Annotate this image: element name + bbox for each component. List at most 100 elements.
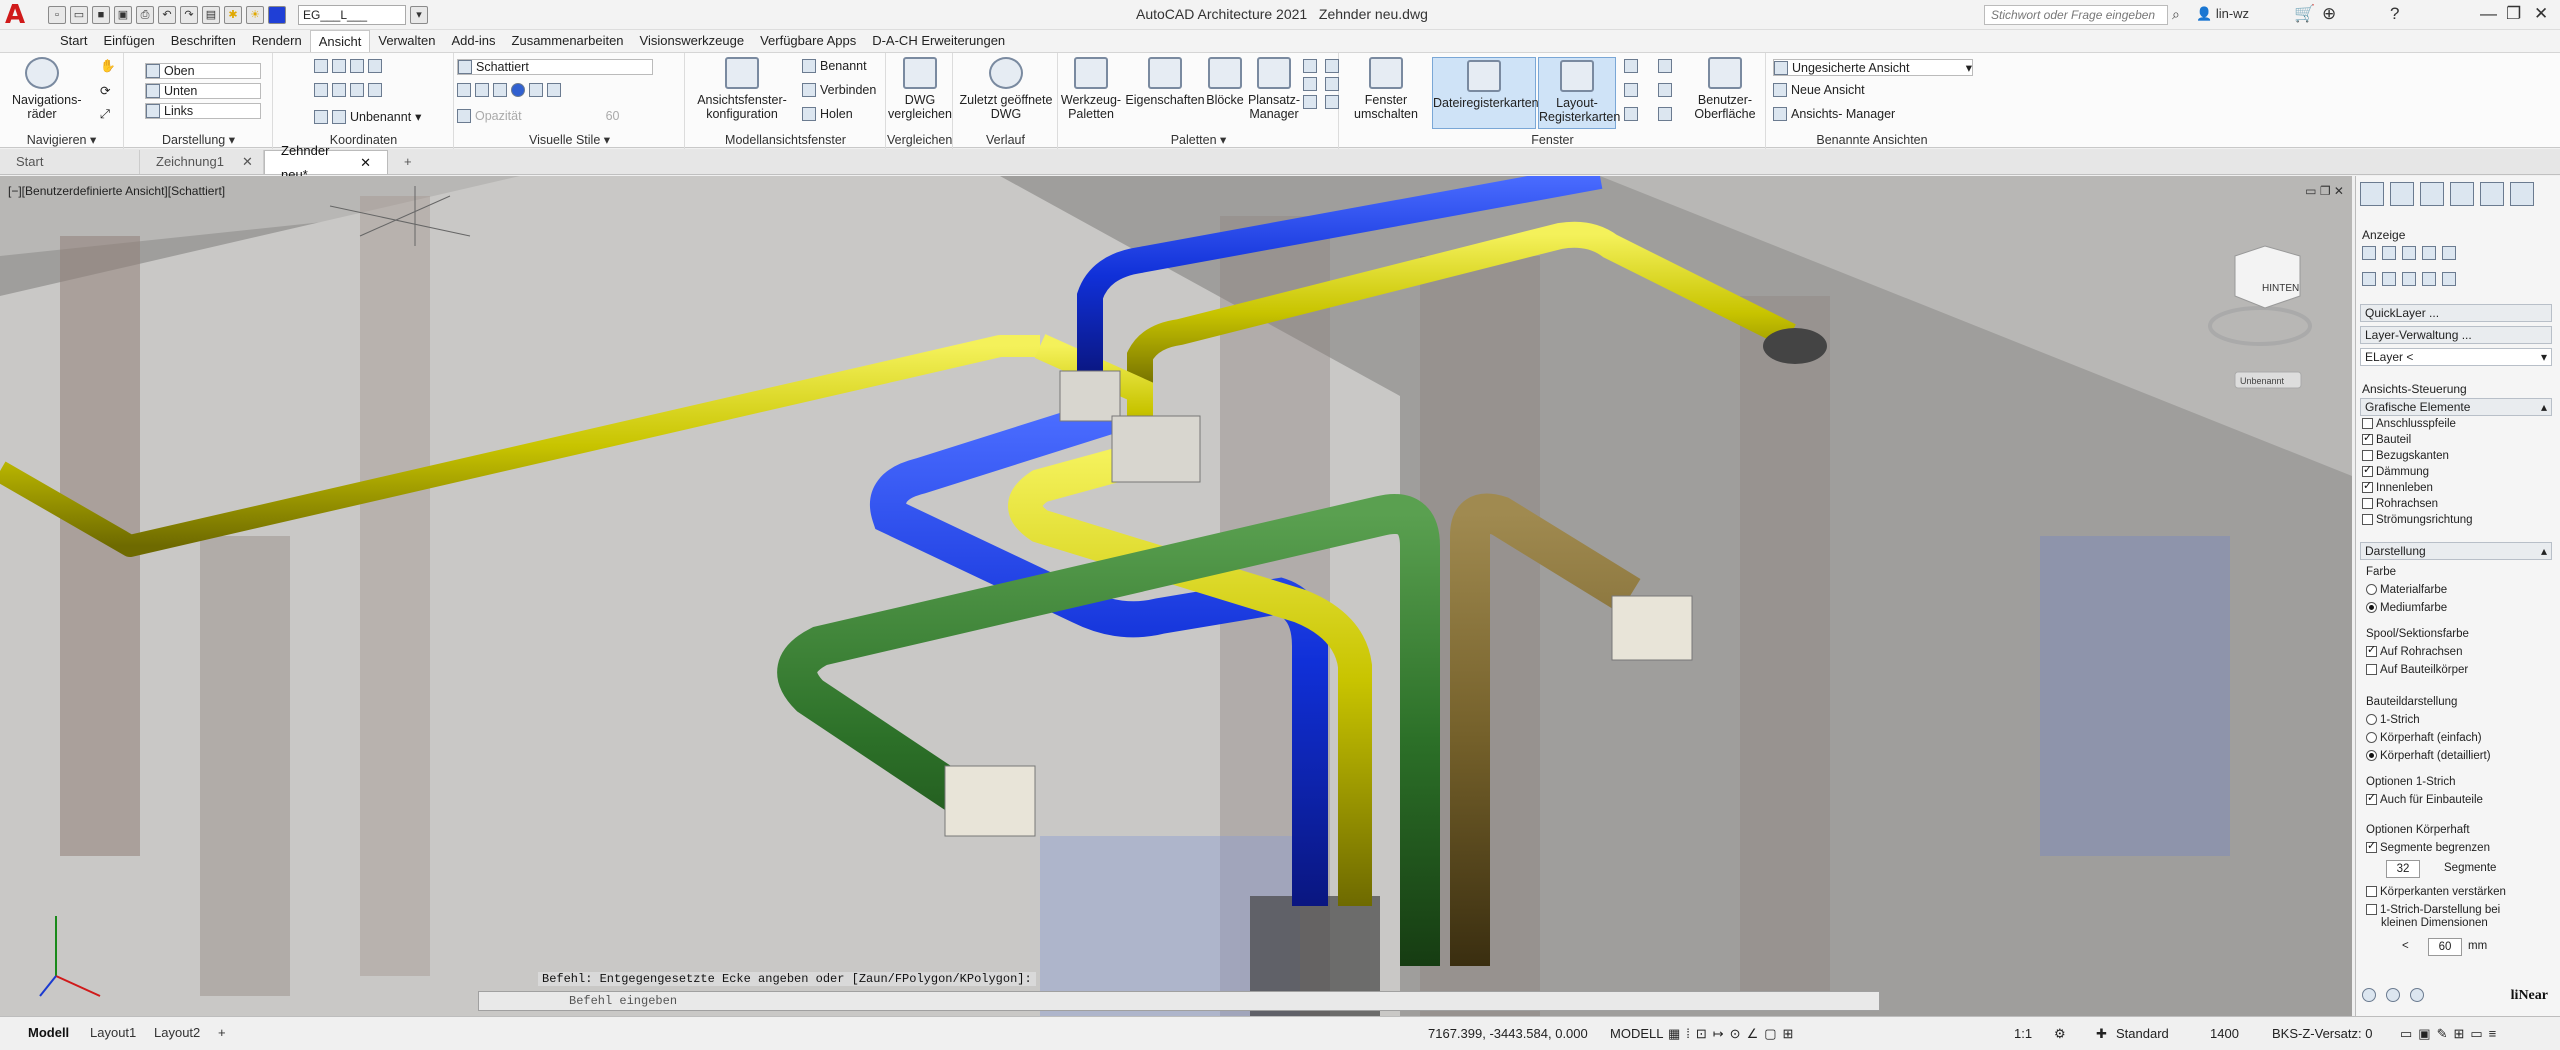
ucs-icon-1[interactable] [314,59,382,73]
exchange-icon[interactable]: ⊕ [2322,4,2336,24]
doctab-start[interactable]: Start [0,150,140,174]
layer-select[interactable]: EG___L___ [298,4,406,25]
zoom-extents-icon[interactable]: ⤢ [100,107,110,122]
viewcube-ring[interactable] [2208,306,2312,346]
rb-koerper-detailliert[interactable]: Körperhaft (detailliert) [2366,750,2491,762]
view-oben[interactable]: Oben [145,63,261,79]
open-file-icon[interactable]: ▭ [70,5,88,24]
palette-tool-6-icon[interactable] [2510,182,2534,206]
value-1400[interactable]: 1400 [2210,1026,2239,1041]
settings-icon[interactable]: ⚙ [2054,1026,2066,1042]
dateiregisterkarten-button[interactable]: Dateiregisterkarten [1432,57,1539,129]
palette-tool-2-icon[interactable] [2390,182,2414,206]
redo-icon[interactable]: ↷ [180,5,198,24]
user-account[interactable]: 👤 lin-wz [2196,6,2249,22]
layout-registerkarten-button[interactable]: Layout- Registerkarten [1538,57,1620,129]
viewport-label[interactable]: [−][Benutzerdefinierte Ansicht][Schattie… [8,184,225,198]
quicklayer-button[interactable]: QuickLayer ... [2360,304,2552,322]
tab-verfuegbare-apps[interactable]: Verfügbare Apps [752,30,864,52]
search-input[interactable]: Stichwort oder Frage eingeben [1984,5,2168,25]
cb-anschlusspfeile[interactable]: Anschlusspfeile [2362,418,2456,430]
doctab-zeichnung1[interactable]: Zeichnung1 ✕ [140,150,264,174]
sun-icon[interactable]: ☀ [246,5,264,24]
palette-tool-5-icon[interactable] [2480,182,2504,206]
annotation-scale[interactable]: 1:1 [2014,1026,2032,1041]
palette-small-icons-2[interactable] [1325,59,1339,109]
plansatz-manager-button[interactable]: Plansatz- Manager [1245,57,1303,121]
print-icon[interactable]: ⎙ [136,5,154,24]
dwg-compare-button[interactable]: DWG vergleichen [887,57,953,121]
grafische-elemente-header[interactable]: Grafische Elemente ▴ [2360,398,2552,416]
close-icon[interactable]: ✕ [2534,4,2548,24]
orbit-icon[interactable]: ⟳ [100,83,110,98]
palette-tool-1-icon[interactable] [2360,182,2384,206]
tab-ansicht[interactable]: Ansicht [309,29,371,53]
viewcube[interactable] [2234,245,2301,309]
viewport-window-controls[interactable]: ▭ ❐ ✕ [2305,184,2344,198]
help-icon[interactable]: ? [2390,4,2399,24]
segmente-input[interactable]: 32 [2386,860,2420,878]
rb-1strich[interactable]: 1-Strich [2366,714,2420,726]
qat-dropdown-icon[interactable]: ▾ [410,5,428,24]
cb-koerperkanten[interactable]: Körperkanten verstärken [2366,886,2506,898]
holen-button[interactable]: Holen [802,107,853,121]
benannt-button[interactable]: Benannt [802,59,867,73]
cb-auf-bauteilkoerper[interactable]: Auf Bauteilkörper [2366,664,2468,676]
command-input[interactable]: Befehl eingeben [478,991,1880,1011]
anzeige-tools-1[interactable] [2362,246,2456,260]
darstellung-header[interactable]: Darstellung ▴ [2360,542,2552,560]
close-icon[interactable]: ✕ [360,151,371,175]
tab-layout1[interactable]: Layout1 [90,1025,136,1040]
bloecke-button[interactable]: Blöcke [1205,57,1245,107]
benutzeroberflaeche-button[interactable]: Benutzer- Oberfläche [1690,57,1760,121]
doctab-zehnder[interactable]: Zehnder neu* ✕ [264,143,388,182]
visual-style-tools[interactable] [457,83,561,97]
tab-beschriften[interactable]: Beschriften [163,30,244,52]
undo-icon[interactable]: ↶ [158,5,176,24]
view-links[interactable]: Links [145,103,261,119]
cb-bauteil[interactable]: Bauteil [2362,431,2411,446]
ucs-named-select[interactable]: Unbenannt ▾ [314,109,421,124]
ucs-icon-2[interactable] [314,83,382,97]
window-arrange-icons[interactable] [1624,59,1638,121]
save-as-icon[interactable]: ▣ [114,5,132,24]
viewport-config-button[interactable]: Ansichtsfenster-konfiguration [694,57,790,121]
fenster-umschalten-button[interactable]: Fenster umschalten [1350,57,1422,121]
cb-1strich-klein[interactable]: 1-Strich-Darstellung bei [2366,904,2500,916]
ansichts-manager-button[interactable]: Ansichts- Manager [1773,107,1895,121]
tab-addins[interactable]: Add-ins [443,30,503,52]
elayer-select[interactable]: ELayer < ▾ [2360,348,2552,366]
tab-einfuegen[interactable]: Einfügen [95,30,162,52]
restore-icon[interactable]: ❐ [2506,4,2521,24]
tab-layout2[interactable]: Layout2 [154,1025,200,1040]
anzeige-tools-2[interactable] [2362,272,2456,286]
palette-tool-4-icon[interactable] [2450,182,2474,206]
cb-innenleben[interactable]: Innenleben [2362,479,2433,494]
coordinates-readout[interactable]: 7167.399, -3443.584, 0.000 [1428,1026,1588,1041]
tab-verwalten[interactable]: Verwalten [370,30,443,52]
settings-icon[interactable] [2410,988,2424,1002]
lightbulb-icon[interactable]: ✱ [224,5,242,24]
window-arrange-icons-2[interactable] [1658,59,1672,121]
viewcube-ucs-label[interactable]: Unbenannt [2240,376,2285,386]
rb-mediumfarbe[interactable]: Mediumfarbe [2366,602,2447,614]
help-icon[interactable] [2386,988,2400,1002]
neue-ansicht-button[interactable]: Neue Ansicht [1773,83,1865,97]
cb-auf-rohrachsen[interactable]: Auf Rohrachsen [2366,643,2462,658]
named-view-select[interactable]: Ungesicherte Ansicht ▾ [1773,59,1973,76]
save-icon[interactable]: ■ [92,5,110,24]
add-layout-icon[interactable]: + [218,1025,226,1040]
grid-snap-icons[interactable]: ▦⁞⊡↦⊙∠▢⊞ [1668,1026,1799,1042]
cb-auch-einbauteile[interactable]: Auch für Einbauteile [2366,791,2483,806]
recent-dwg-button[interactable]: Zuletzt geöffnete DWG [954,57,1058,121]
color-swatch-icon[interactable] [268,5,286,24]
tab-modell[interactable]: Modell [28,1025,69,1040]
cb-daemmung[interactable]: Dämmung [2362,463,2429,478]
viewcube-face-label[interactable]: HINTEN [2262,283,2299,294]
mm-input[interactable]: 60 [2428,938,2462,956]
model-viewport[interactable]: HINTEN Unbenannt [−][Benutzerdefinierte … [0,176,2352,1016]
palette-tool-3-icon[interactable] [2420,182,2444,206]
verbinden-button[interactable]: Verbinden [802,83,876,97]
layer-verwaltung-button[interactable]: Layer-Verwaltung ... [2360,326,2552,344]
modell-toggle[interactable]: MODELL [1610,1026,1663,1041]
